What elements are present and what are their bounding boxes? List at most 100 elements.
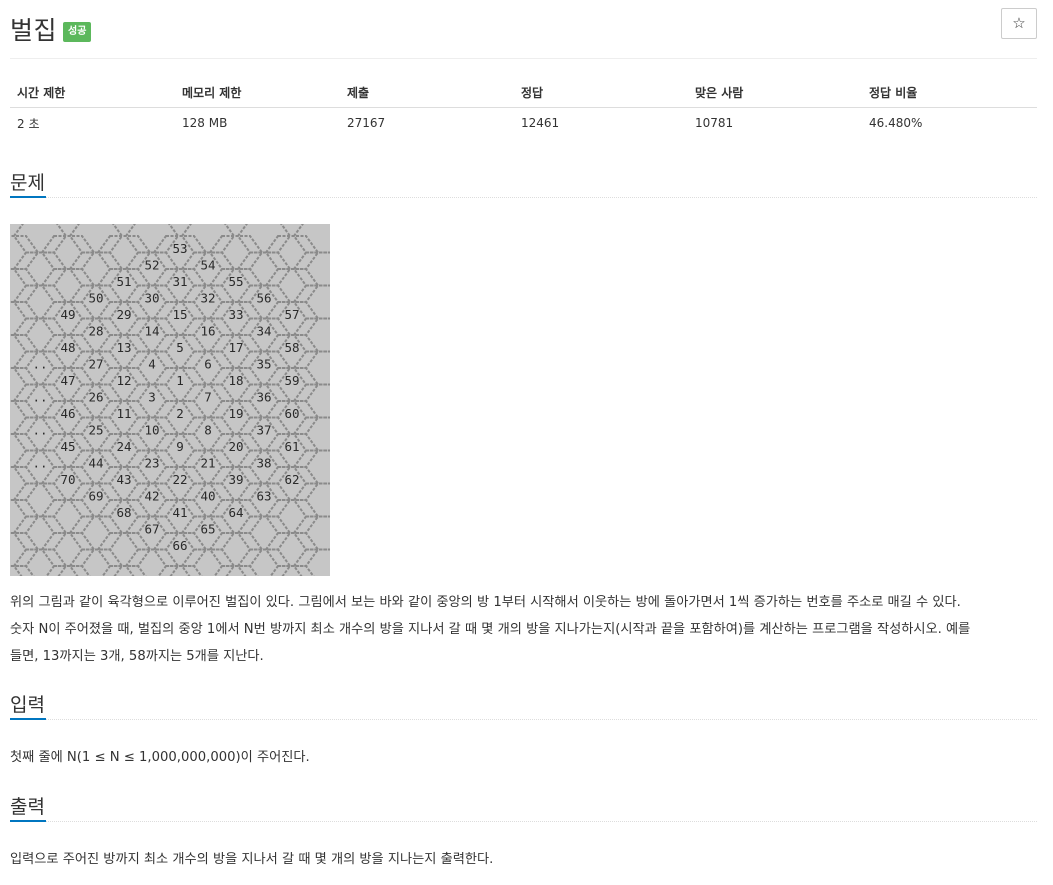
hex-label: .. (32, 456, 47, 471)
section-divider (10, 197, 1037, 198)
hex-label: 6 (204, 357, 212, 372)
star-button[interactable]: ☆ (1001, 8, 1037, 39)
problem-heading: 문제 (10, 172, 45, 194)
hex-cell (180, 224, 236, 254)
problem-page: 벌집 성공 ☆ 시간 제한 메모리 제한 제출 정답 맞은 사람 정답 비율 2… (0, 0, 1053, 885)
hex-cell (292, 515, 330, 551)
hex-label: 51 (116, 274, 131, 289)
hex-label: 42 (144, 489, 159, 504)
hex-label: 11 (116, 406, 131, 421)
hex-label: 49 (60, 307, 75, 322)
solvers-header: 맞은 사람 (688, 78, 862, 108)
hex-label: 59 (284, 373, 299, 388)
hex-label: 64 (228, 505, 243, 520)
hex-label: 34 (256, 324, 271, 339)
description-line: 위의 그림과 같이 육각형으로 이루어진 벌집이 있다. 그림에서 보는 바와 … (10, 595, 961, 610)
hex-label: 4 (148, 357, 156, 372)
hex-label: 19 (228, 406, 243, 421)
problem-section-header: 문제 (10, 168, 1037, 198)
time-limit-value: 2 초 (17, 116, 40, 131)
hex-cell (213, 565, 259, 576)
hex-label: 46 (60, 406, 75, 421)
hex-cell (292, 224, 330, 254)
hex-label: 28 (88, 324, 103, 339)
hex-label: 43 (116, 472, 131, 487)
hex-label: 9 (176, 439, 184, 454)
hex-cell (236, 224, 292, 254)
hex-label: 50 (88, 291, 103, 306)
hex-cell (12, 224, 68, 254)
hex-cell (292, 482, 330, 518)
hex-label: .. (32, 423, 47, 438)
hex-label: 69 (88, 489, 103, 504)
heading-underline (10, 718, 46, 720)
hex-label: 38 (256, 456, 271, 471)
hex-label: 2 (176, 406, 184, 421)
hex-cell (68, 224, 124, 254)
hex-label: 41 (172, 505, 187, 520)
hex-label: 31 (172, 274, 187, 289)
hex-cell (10, 499, 40, 534)
accepted-header: 정답 (514, 78, 688, 108)
stats-header-row: 시간 제한 메모리 제한 제출 정답 맞은 사람 정답 비율 (10, 78, 1037, 108)
output-heading: 출력 (10, 796, 45, 818)
section-divider (10, 719, 1037, 720)
hex-cell (10, 301, 40, 336)
hex-label: 37 (256, 423, 271, 438)
heading-underline (10, 196, 46, 198)
hex-label: 26 (88, 390, 103, 405)
hex-label: 63 (256, 489, 271, 504)
hex-label: 52 (144, 258, 159, 273)
problem-description: 위의 그림과 같이 육각형으로 이루어진 벌집이 있다. 그림에서 보는 바와 … (10, 589, 1040, 670)
hex-label: 66 (172, 538, 187, 553)
accepted-value: 12461 (521, 116, 560, 131)
time-limit-header: 시간 제한 (10, 78, 175, 108)
hex-label: 47 (60, 373, 75, 388)
hex-label: 54 (200, 258, 215, 273)
hex-label: .. (32, 390, 47, 405)
title-row: 벌집 성공 ☆ (10, 8, 1037, 48)
hex-label: 61 (284, 439, 299, 454)
hex-label: 58 (284, 340, 299, 355)
hex-label: 30 (144, 291, 159, 306)
hex-label: 68 (116, 505, 131, 520)
hex-label: 16 (200, 324, 215, 339)
hex-label: 44 (88, 456, 103, 471)
hex-label: 40 (200, 489, 215, 504)
honeycomb-diagram: 5352 5451 31 5550 30 32 5649 29 15 33 5728 14 16 3448… (10, 224, 330, 576)
hex-cell (10, 565, 35, 576)
status-badge: 성공 (63, 22, 92, 42)
hex-label: 18 (228, 373, 243, 388)
hex-label: 20 (228, 439, 243, 454)
hex-label: 23 (144, 456, 159, 471)
submissions-value: 27167 (347, 116, 386, 131)
hex-cell (45, 565, 91, 576)
title-divider (10, 58, 1037, 59)
hex-label: 25 (88, 423, 103, 438)
hex-cell (68, 548, 124, 576)
hex-label: 56 (256, 291, 271, 306)
memory-limit-value: 128 MB (182, 116, 228, 131)
input-description: 첫째 줄에 N(1 ≤ N ≤ 1,000,000,000)이 주어진다. (10, 750, 310, 765)
hex-label: 62 (284, 472, 299, 487)
hex-cell (124, 548, 180, 576)
hex-cell (10, 466, 40, 501)
ratio-value: 46.480% (869, 116, 923, 131)
hex-label: 33 (228, 307, 243, 322)
hex-label: 32 (200, 291, 215, 306)
hex-cell (12, 548, 68, 576)
description-line: 숫자 N이 주어졌을 때, 벌집의 중앙 1에서 N번 방까지 최소 개수의 방… (10, 622, 971, 637)
hex-label: 60 (284, 406, 299, 421)
hex-label: 57 (284, 307, 299, 322)
section-divider (10, 821, 1037, 822)
solvers-value: 10781 (695, 116, 734, 131)
memory-limit-header: 메모리 제한 (175, 78, 340, 108)
hex-label: 8 (204, 423, 212, 438)
hex-cell (10, 532, 40, 567)
heading-underline (10, 820, 46, 822)
hex-label: 1 (176, 373, 184, 388)
hex-label: 27 (88, 357, 103, 372)
stats-value-row: 2 초 128 MB 27167 12461 10781 46.480% (10, 107, 1037, 139)
hex-label: 22 (172, 472, 187, 487)
hex-label: 65 (200, 522, 215, 537)
